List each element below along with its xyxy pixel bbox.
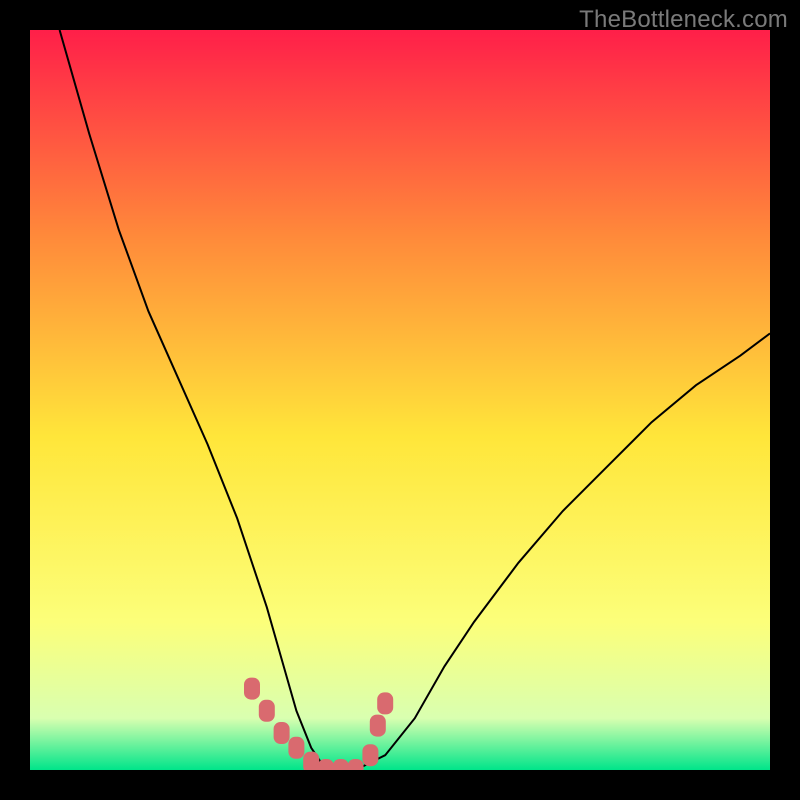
gradient-background [30,30,770,770]
highlight-dot [303,752,319,770]
chart-container: TheBottleneck.com [0,0,800,800]
highlight-dot [274,722,290,744]
highlight-dot [244,678,260,700]
highlight-dot [370,715,386,737]
highlight-dot [377,692,393,714]
highlight-dot [288,737,304,759]
highlight-dot [259,700,275,722]
plot-area [30,30,770,770]
chart-svg [30,30,770,770]
highlight-dot [362,744,378,766]
